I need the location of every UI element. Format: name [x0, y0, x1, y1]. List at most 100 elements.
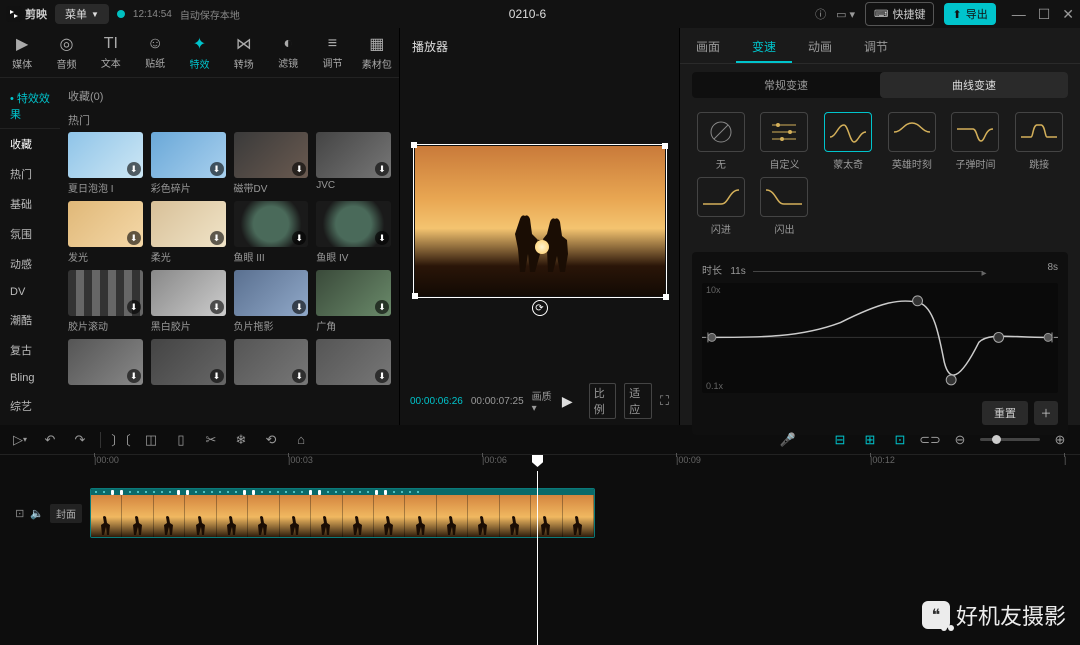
shortcut-button[interactable]: ⌨快捷键 — [865, 2, 934, 26]
download-icon[interactable]: ⬇ — [292, 162, 306, 176]
delete-right-icon[interactable]: ▯ — [171, 430, 191, 450]
speed-mode-tab[interactable]: 曲线变速 — [880, 72, 1068, 98]
download-icon[interactable]: ⬇ — [210, 231, 224, 245]
rotate-handle-icon[interactable]: ⟳ — [532, 300, 548, 316]
zoom-slider[interactable] — [980, 438, 1040, 441]
undo-icon[interactable]: ↶ — [40, 430, 60, 450]
download-icon[interactable]: ⬇ — [127, 162, 141, 176]
asset-tab-3[interactable]: ☺贴纸 — [133, 28, 177, 77]
speed-preset[interactable]: 英雄时刻 — [883, 112, 941, 171]
asset-tab-1[interactable]: ◎音频 — [44, 28, 88, 77]
close-button[interactable]: ✕ — [1062, 6, 1074, 23]
freeze-icon[interactable]: ❄ — [231, 430, 251, 450]
category-item[interactable]: DV — [0, 279, 60, 305]
minimize-button[interactable]: — — [1012, 6, 1026, 23]
effect-thumb[interactable]: ⬇彩色碎片 — [151, 132, 226, 195]
effect-thumb[interactable]: ⬇ — [234, 339, 309, 387]
asset-tab-0[interactable]: ▶媒体 — [0, 28, 44, 77]
effect-thumb[interactable]: ⬇ — [151, 339, 226, 387]
speed-preset[interactable]: 蒙太奇 — [819, 112, 877, 171]
download-icon[interactable]: ⬇ — [210, 162, 224, 176]
download-icon[interactable]: ⬇ — [127, 369, 141, 383]
play-button[interactable]: ▶ — [562, 393, 573, 410]
export-button[interactable]: ⬆导出 — [944, 3, 995, 25]
download-icon[interactable]: ⬇ — [127, 231, 141, 245]
effect-thumb[interactable]: ⬇柔光 — [151, 201, 226, 264]
speed-mode-tab[interactable]: 常规变速 — [692, 72, 880, 98]
effect-thumb[interactable]: ⬇广角 — [316, 270, 391, 333]
split-icon[interactable]: 〕〔 — [111, 430, 131, 450]
asset-tab-5[interactable]: ⋈转场 — [222, 28, 266, 77]
redo-icon[interactable]: ↷ — [70, 430, 90, 450]
asset-tab-4[interactable]: ✦特效 — [177, 28, 221, 77]
speed-curve-editor[interactable]: 10x 0.1x — [702, 283, 1058, 393]
speed-preset[interactable]: 自定义 — [756, 112, 814, 171]
speed-preset[interactable]: 闪进 — [692, 177, 750, 236]
fullscreen-icon[interactable]: ⛶ — [660, 393, 669, 409]
inspector-tab[interactable]: 画面 — [680, 28, 736, 63]
effect-thumb[interactable]: ⬇发光 — [68, 201, 143, 264]
asset-tab-8[interactable]: ▦素材包 — [355, 28, 399, 77]
track-cover-label[interactable]: 封面 — [50, 504, 82, 523]
effect-thumb[interactable]: ⬇ — [68, 339, 143, 387]
category-item[interactable]: 氛围 — [0, 219, 60, 249]
crop-icon[interactable]: ⌂ — [291, 430, 311, 450]
select-tool-icon[interactable]: ▷▾ — [10, 430, 30, 450]
add-keyframe-button[interactable]: ＋ — [1034, 401, 1058, 425]
category-item[interactable]: 热门 — [0, 159, 60, 189]
download-icon[interactable]: ⬇ — [375, 300, 389, 314]
inspector-tab[interactable]: 动画 — [792, 28, 848, 63]
speed-preset[interactable]: 闪出 — [756, 177, 814, 236]
cut-icon[interactable]: ✂ — [201, 430, 221, 450]
category-item[interactable]: 复古 — [0, 335, 60, 365]
layout-button[interactable]: ▭ ▾ — [836, 8, 855, 21]
category-item[interactable]: 潮酷 — [0, 305, 60, 335]
category-item[interactable]: 动感 — [0, 249, 60, 279]
quality-dropdown[interactable]: 画质 ▾ — [532, 388, 554, 414]
effect-thumb[interactable]: ⬇鱼眼 III — [234, 201, 309, 264]
category-item[interactable]: Bling — [0, 365, 60, 391]
mic-icon[interactable]: 🎤 — [778, 430, 798, 450]
menu-button[interactable]: 菜单▼ — [55, 4, 109, 24]
zoom-in-icon[interactable]: ⊕ — [1050, 430, 1070, 450]
effect-thumb[interactable]: ⬇夏日泡泡 I — [68, 132, 143, 195]
effect-thumb[interactable]: ⬇磁带DV — [234, 132, 309, 195]
speed-preset[interactable]: 子弹时间 — [947, 112, 1005, 171]
ratio-button[interactable]: 比例 — [589, 383, 617, 419]
asset-tab-7[interactable]: ≡调节 — [310, 28, 354, 77]
asset-tab-2[interactable]: TI文本 — [89, 28, 133, 77]
link-icon[interactable]: ⊂⊃ — [920, 430, 940, 450]
effect-thumb[interactable]: ⬇JVC — [316, 132, 391, 195]
snap-tool-3-icon[interactable]: ⊡ — [890, 430, 910, 450]
download-icon[interactable]: ⬇ — [375, 369, 389, 383]
snap-tool-1-icon[interactable]: ⊟ — [830, 430, 850, 450]
speed-preset[interactable]: 跳接 — [1010, 112, 1068, 171]
download-icon[interactable]: ⬇ — [375, 231, 389, 245]
download-icon[interactable]: ⬇ — [292, 369, 306, 383]
zoom-out-icon[interactable]: ⊖ — [950, 430, 970, 450]
effect-thumb[interactable]: ⬇胶片滚动 — [68, 270, 143, 333]
video-clip[interactable] — [90, 488, 595, 538]
inspector-tab[interactable]: 变速 — [736, 28, 792, 63]
effect-thumb[interactable]: ⬇负片拖影 — [234, 270, 309, 333]
effect-thumb[interactable]: ⬇ — [316, 339, 391, 387]
download-icon[interactable]: ⬇ — [210, 300, 224, 314]
effect-thumb[interactable]: ⬇黑白胶片 — [151, 270, 226, 333]
asset-tab-6[interactable]: ◐滤镜 — [266, 28, 310, 77]
delete-left-icon[interactable]: ◫ — [141, 430, 161, 450]
track-mute-icon[interactable]: 🔈 — [30, 507, 44, 520]
download-icon[interactable]: ⬇ — [127, 300, 141, 314]
category-item[interactable]: 收藏 — [0, 129, 60, 159]
snap-tool-2-icon[interactable]: ⊞ — [860, 430, 880, 450]
inspector-tab[interactable]: 调节 — [848, 28, 904, 63]
download-icon[interactable]: ⬇ — [375, 162, 389, 176]
player-canvas[interactable]: ⟳ — [415, 146, 665, 296]
adapt-button[interactable]: 适应 — [624, 383, 652, 419]
category-item[interactable]: 综艺 — [0, 391, 60, 421]
track-lock-icon[interactable]: ⊡ — [15, 507, 24, 520]
download-icon[interactable]: ⬇ — [210, 369, 224, 383]
speed-preset[interactable]: 无 — [692, 112, 750, 171]
maximize-button[interactable]: ☐ — [1038, 6, 1051, 23]
reset-curve-button[interactable]: 重置 — [982, 401, 1028, 425]
download-icon[interactable]: ⬇ — [292, 231, 306, 245]
